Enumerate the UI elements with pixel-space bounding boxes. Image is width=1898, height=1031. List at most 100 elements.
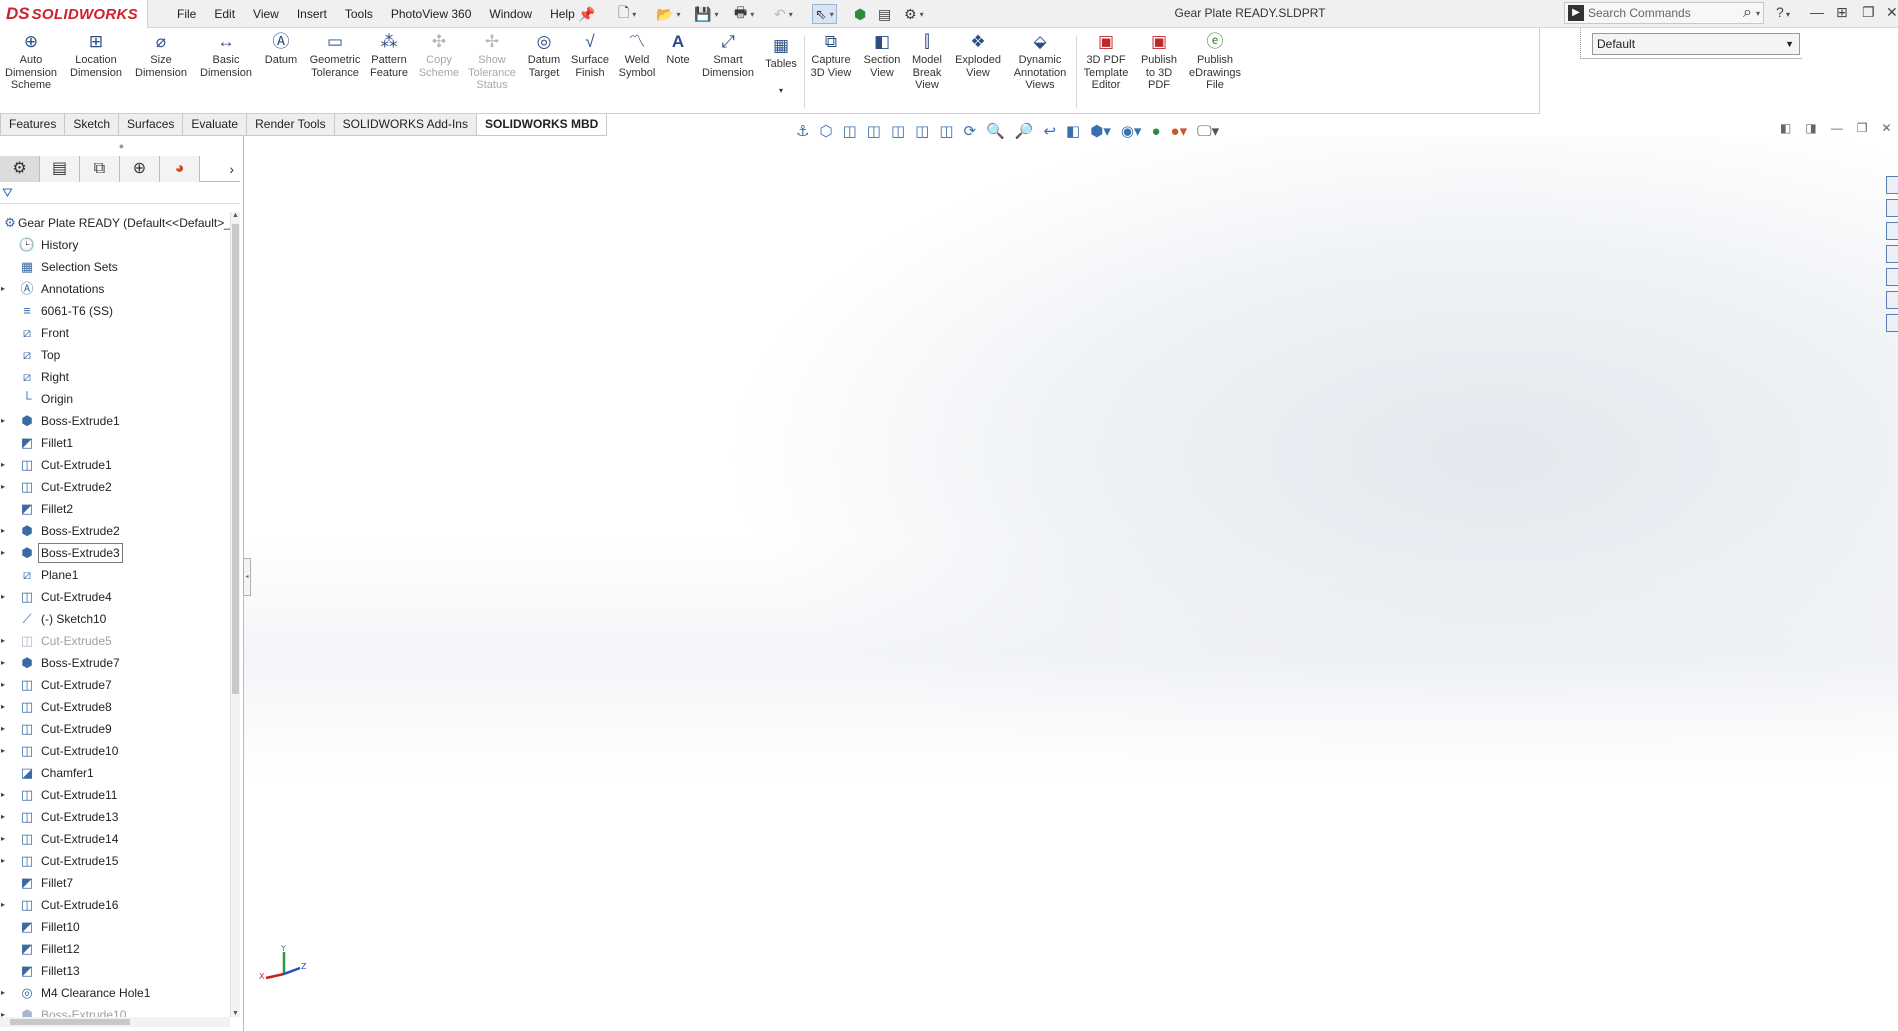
task-pane-forum-icon[interactable] (1886, 314, 1898, 332)
options-gear-icon[interactable]: ⚙ ▾ (904, 4, 924, 24)
zoom-in-out-icon[interactable]: 🔎 (1015, 122, 1034, 140)
dynamic-annotation-views-button[interactable]: ⬙ Dynamic Annotation Views (1008, 32, 1072, 112)
tree-item[interactable]: ◩ Fillet13 (0, 960, 230, 982)
viewport-minimize-icon[interactable]: — (1831, 121, 1843, 135)
restore-icon[interactable]: ❐ (1862, 4, 1875, 21)
dimxpertmanager-tab-icon[interactable]: ⊕ (120, 156, 160, 182)
tables-button[interactable]: ▦ Tables ▾ (760, 36, 802, 116)
hscroll-thumb[interactable] (10, 1019, 130, 1025)
menu-file[interactable]: File (168, 7, 205, 21)
tree-item[interactable]: ◩ Fillet2 (0, 498, 230, 520)
viewport-split-icon[interactable]: ◧ (1780, 121, 1791, 135)
section-view-hud-icon[interactable]: ◧ (1066, 122, 1080, 140)
tree-item[interactable]: ▸ ⬢ Boss-Extrude2 (0, 520, 230, 542)
tree-item[interactable]: ▸ ◫ Cut-Extrude10 (0, 740, 230, 762)
tree-vertical-scrollbar[interactable]: ▲ ▼ (230, 212, 240, 1017)
menu-tools[interactable]: Tools (336, 7, 382, 21)
copy-scheme-button[interactable]: ✣ Copy Scheme (416, 32, 462, 112)
expand-arrow-icon[interactable]: ▸ (1, 894, 5, 916)
exploded-view-button[interactable]: ❖ Exploded View (950, 32, 1006, 112)
minimize-icon[interactable]: — (1810, 4, 1824, 20)
select-cursor-icon[interactable]: ⇖ ▾ (812, 4, 837, 24)
pin-icon[interactable]: 📌 (578, 4, 595, 24)
viewport-expand-icon[interactable]: ◨ (1805, 121, 1816, 135)
tree-item[interactable]: ▸ ⬢ Boss-Extrude1 (0, 410, 230, 432)
tree-item[interactable]: ▸ ◫ Cut-Extrude9 (0, 718, 230, 740)
tab-mbd[interactable]: SOLIDWORKS MBD (475, 114, 608, 136)
open-icon[interactable]: 📂 ▾ (656, 4, 680, 24)
task-pane-appearances-icon[interactable] (1886, 268, 1898, 286)
weld-symbol-button[interactable]: 〽 Weld Symbol (614, 32, 660, 112)
publish-3d-pdf-button[interactable]: ▣ Publish to 3D PDF (1134, 32, 1184, 112)
menu-view[interactable]: View (244, 7, 288, 21)
tree-item[interactable]: ◪ Chamfer1 (0, 762, 230, 784)
show-tolerance-status-button[interactable]: ✢ Show Tolerance Status (462, 32, 522, 112)
featuremanager-tab-icon[interactable]: ⚙ (0, 156, 40, 182)
tree-item[interactable]: ▸ ◫ Cut-Extrude4 (0, 586, 230, 608)
tree-item[interactable]: ▸ ◫ Cut-Extrude16 (0, 894, 230, 916)
file-properties-icon[interactable]: ▤ (878, 4, 891, 24)
close-icon[interactable]: ✕ (1886, 4, 1898, 21)
expand-arrow-icon[interactable]: ▸ (1, 806, 5, 828)
expand-arrow-icon[interactable]: ▸ (1, 410, 5, 432)
tables-dropdown-icon[interactable]: ▾ (760, 85, 802, 98)
save-icon[interactable]: 💾 ▾ (694, 4, 718, 24)
tree-item[interactable]: ◩ Fillet10 (0, 916, 230, 938)
front-view-icon[interactable]: ◫ (843, 122, 857, 140)
search-dropdown-icon[interactable]: ▾ (1756, 9, 1760, 18)
note-button[interactable]: A Note (660, 32, 696, 112)
expand-arrow-icon[interactable]: ▸ (1, 740, 5, 762)
help-icon[interactable]: ? ▾ (1776, 4, 1790, 20)
chevron-right-icon[interactable]: › (200, 156, 240, 181)
panel-grip[interactable]: ● (0, 136, 243, 156)
viewport-close-icon[interactable]: ✕ (1881, 121, 1891, 135)
location-dimension-button[interactable]: ⊞ Location Dimension (64, 32, 128, 112)
publish-edrawings-button[interactable]: ⓔ Publish eDrawings File (1186, 32, 1244, 112)
scroll-up-icon[interactable]: ▲ (232, 212, 239, 219)
configurationmanager-tab-icon[interactable]: ⧉ (80, 156, 120, 182)
undo-icon[interactable]: ↶ ▾ (774, 4, 793, 24)
view-orientation-icon[interactable]: ⬡ (819, 122, 832, 140)
tree-item[interactable]: ⧄ Front (0, 322, 230, 344)
tree-item[interactable]: ▸ ◫ Cut-Extrude8 (0, 696, 230, 718)
top-view-icon[interactable]: ◫ (939, 122, 953, 140)
tree-horizontal-scrollbar[interactable] (0, 1017, 230, 1027)
search-commands-box[interactable]: ▶ Search Commands ⌕ ▾ (1564, 2, 1764, 24)
expand-arrow-icon[interactable]: ▸ (1, 278, 5, 300)
displaymanager-tab-icon[interactable]: ◕ (160, 156, 200, 182)
search-icon[interactable]: ⌕ (1743, 4, 1752, 22)
tree-item[interactable]: ▸ ◫ Cut-Extrude15 (0, 850, 230, 872)
tab-surfaces[interactable]: Surfaces (118, 114, 184, 136)
expand-arrow-icon[interactable]: ▸ (1, 850, 5, 872)
propertymanager-tab-icon[interactable]: ▤ (40, 156, 80, 182)
tree-item[interactable]: ◩ Fillet7 (0, 872, 230, 894)
tab-addins[interactable]: SOLIDWORKS Add-Ins (333, 114, 477, 136)
new-document-icon[interactable]: 🗋 ▾ (618, 4, 636, 24)
display-style-icon[interactable]: ⬢▾ (1090, 122, 1111, 140)
menu-edit[interactable]: Edit (205, 7, 244, 21)
tree-item[interactable]: ▦ Selection Sets (0, 256, 230, 278)
tree-item[interactable]: └ Origin (0, 388, 230, 410)
previous-view-icon[interactable]: ↩ (1043, 122, 1056, 140)
tab-evaluate[interactable]: Evaluate (182, 114, 248, 136)
tree-item[interactable]: ▸ ◫ Cut-Extrude13 (0, 806, 230, 828)
expand-arrow-icon[interactable]: ▸ (1, 454, 5, 476)
tab-sketch[interactable]: Sketch (64, 114, 120, 136)
datum-button[interactable]: Ⓐ Datum (258, 32, 304, 112)
expand-arrow-icon[interactable]: ▸ (1, 542, 5, 564)
expand-arrow-icon[interactable]: ▸ (1, 718, 5, 740)
appearance-icon[interactable]: ● (1151, 123, 1160, 140)
expand-arrow-icon[interactable]: ▸ (1, 674, 5, 696)
search-scope-icon[interactable]: ▶ (1568, 5, 1584, 21)
geometric-tolerance-button[interactable]: ▭ Geometric Tolerance (304, 32, 366, 112)
expand-arrow-icon[interactable]: ▸ (1, 982, 5, 1004)
view-settings-icon[interactable]: 🖵▾ (1197, 122, 1219, 140)
tree-item[interactable]: ⧄ Right (0, 366, 230, 388)
viewport-restore-icon[interactable]: ❐ (1857, 121, 1868, 135)
tree-item[interactable]: ▸ ◫ Cut-Extrude7 (0, 674, 230, 696)
expand-arrow-icon[interactable]: ▸ (1, 696, 5, 718)
expand-arrow-icon[interactable]: ▸ (1, 476, 5, 498)
rotate-view-icon[interactable]: ⟳ (964, 122, 977, 140)
expand-arrow-icon[interactable]: ▸ (1, 586, 5, 608)
menu-photoview[interactable]: PhotoView 360 (382, 7, 481, 21)
